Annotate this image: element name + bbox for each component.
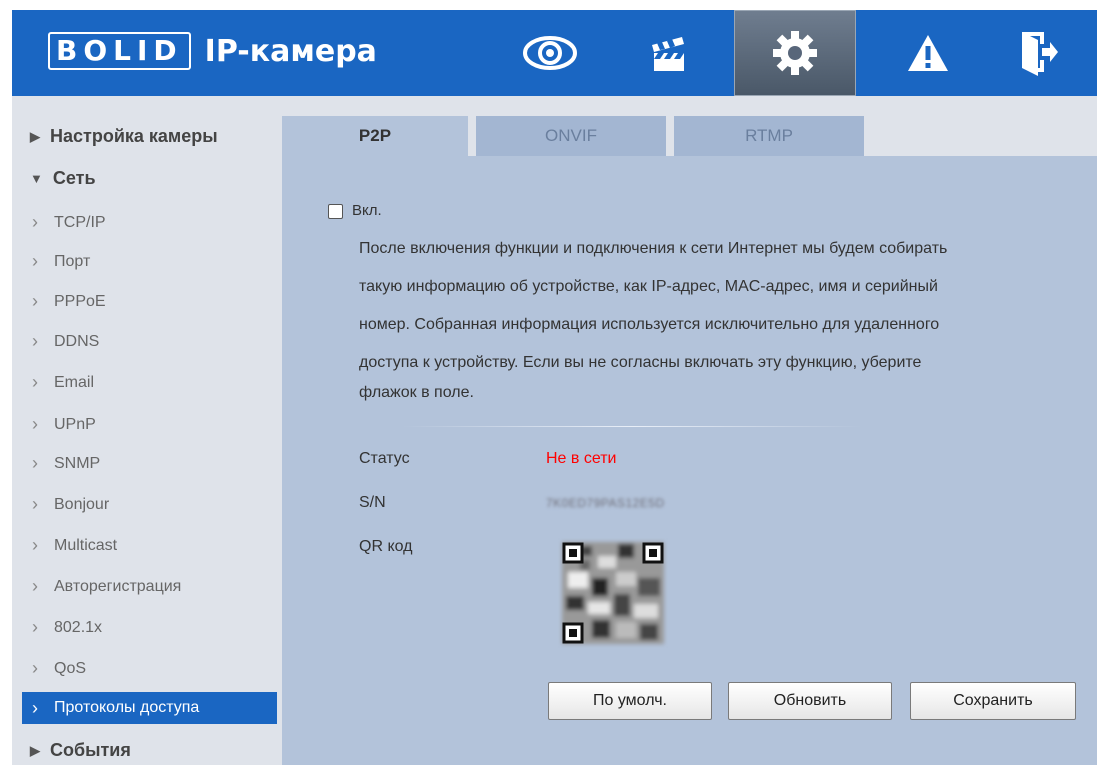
tab-onvif[interactable]: ONVIF bbox=[476, 116, 666, 156]
sidebar-item-label: TCP/IP bbox=[54, 213, 106, 231]
tab-rtmp[interactable]: RTMP bbox=[674, 116, 864, 156]
sidebar-item-label: Протоколы доступа bbox=[54, 699, 200, 716]
sidebar-item-tcpip[interactable]: › TCP/IP bbox=[32, 212, 106, 233]
sidebar-item-port[interactable]: › Порт bbox=[32, 251, 90, 272]
chevron-right-icon: › bbox=[32, 658, 38, 678]
sidebar-item-label: UPnP bbox=[54, 415, 96, 433]
sidebar-item-multicast[interactable]: › Multicast bbox=[32, 535, 117, 556]
sidebar-item-8021x[interactable]: › 802.1x bbox=[32, 617, 102, 638]
nav-alarm-button[interactable] bbox=[870, 10, 986, 96]
nav-settings-button[interactable] bbox=[734, 10, 856, 96]
exit-door-icon bbox=[1022, 32, 1058, 76]
sidebar-item-label: 802.1x bbox=[54, 618, 103, 636]
eye-icon bbox=[523, 36, 577, 70]
chevron-right-icon: › bbox=[32, 494, 38, 514]
sidebar-group-label: Настройка камеры bbox=[50, 126, 218, 146]
sidebar-item-access-protocols[interactable]: › Протоколы доступа bbox=[22, 692, 277, 724]
sn-value: 7K0ED79PAS12E5D bbox=[546, 496, 665, 510]
sidebar-item-autoregistration[interactable]: › Авторегистрация bbox=[32, 576, 181, 597]
expand-triangle-icon: ▶ bbox=[30, 128, 40, 144]
main-panel: P2P ONVIF RTMP Вкл. После включения функ… bbox=[282, 96, 1097, 765]
sidebar-item-bonjour[interactable]: › Bonjour bbox=[32, 494, 109, 515]
top-header: BOLID IP-камера bbox=[12, 10, 1097, 96]
sidebar-item-ddns[interactable]: › DDNS bbox=[32, 331, 99, 352]
sidebar-group-network[interactable]: ▼ Сеть bbox=[30, 168, 96, 189]
sidebar-group-events[interactable]: ▶ События bbox=[30, 740, 131, 761]
tabs-bar: P2P ONVIF RTMP bbox=[282, 96, 1097, 156]
notice-line-1: После включения функции и подключения к … bbox=[359, 240, 948, 257]
sidebar-item-label: SNMP bbox=[54, 454, 101, 472]
qr-code-image bbox=[558, 538, 668, 648]
sidebar-item-label: Bonjour bbox=[54, 495, 110, 513]
bolid-logo: BOLID bbox=[48, 32, 191, 70]
sidebar-item-label: DDNS bbox=[54, 332, 100, 350]
app-title: IP-камера bbox=[204, 33, 377, 69]
sidebar-item-label: PPPoE bbox=[54, 292, 106, 310]
notice-line-3: номер. Собранная информация используется… bbox=[359, 316, 940, 333]
notice-line-2: такую информацию об устройстве, как IP-а… bbox=[359, 278, 938, 295]
sidebar-item-label: Авторегистрация bbox=[54, 577, 182, 595]
sidebar-item-label: Порт bbox=[54, 252, 91, 270]
sidebar-group-label: Сеть bbox=[52, 168, 96, 188]
notice-line-4: доступа к устройству. Если вы не согласн… bbox=[359, 354, 922, 371]
sidebar: ▶ Настройка камеры ▼ Сеть › TCP/IP › Порт … bbox=[12, 96, 282, 765]
gear-icon bbox=[773, 31, 817, 75]
chevron-right-icon: › bbox=[32, 372, 38, 392]
chevron-right-icon: › bbox=[32, 697, 38, 718]
warning-icon bbox=[908, 35, 948, 71]
sidebar-item-label: QoS bbox=[54, 659, 87, 677]
sidebar-item-pppoe[interactable]: › PPPoE bbox=[32, 291, 106, 312]
sidebar-group-camera[interactable]: ▶ Настройка камеры bbox=[30, 126, 218, 147]
enable-checkbox[interactable] bbox=[328, 204, 343, 219]
sidebar-item-upnp[interactable]: › UPnP bbox=[32, 414, 96, 435]
nav-logout-button[interactable] bbox=[980, 10, 1096, 96]
chevron-right-icon: › bbox=[32, 576, 38, 596]
qr-label: QR код bbox=[359, 538, 413, 555]
status-value: Не в сети bbox=[546, 450, 617, 467]
sidebar-item-label: Multicast bbox=[54, 536, 118, 554]
save-button[interactable]: Сохранить bbox=[910, 682, 1076, 720]
chevron-right-icon: › bbox=[32, 251, 38, 271]
sn-label: S/N bbox=[359, 494, 386, 511]
chevron-right-icon: › bbox=[32, 331, 38, 351]
notice-line-5: флажок в поле. bbox=[359, 384, 474, 401]
sidebar-item-email[interactable]: › Email bbox=[32, 372, 94, 393]
status-label: Статус bbox=[359, 450, 410, 467]
chevron-right-icon: › bbox=[32, 617, 38, 637]
sidebar-group-label: События bbox=[50, 740, 131, 760]
nav-playback-button[interactable] bbox=[610, 10, 726, 96]
chevron-right-icon: › bbox=[32, 414, 38, 434]
expand-triangle-icon: ▶ bbox=[30, 742, 40, 758]
divider bbox=[402, 426, 862, 427]
sidebar-item-snmp[interactable]: › SNMP bbox=[32, 453, 100, 474]
sidebar-item-label: Email bbox=[54, 373, 95, 391]
chevron-right-icon: › bbox=[32, 291, 38, 311]
sidebar-item-qos[interactable]: › QoS bbox=[32, 658, 86, 679]
chevron-right-icon: › bbox=[32, 535, 38, 555]
nav-live-view-button[interactable] bbox=[492, 10, 608, 96]
default-button[interactable]: По умолч. bbox=[548, 682, 712, 720]
enable-checkbox-label: Вкл. bbox=[352, 202, 382, 219]
clapperboard-icon bbox=[652, 37, 684, 71]
chevron-right-icon: › bbox=[32, 453, 38, 473]
collapse-triangle-icon: ▼ bbox=[30, 171, 43, 186]
tab-p2p[interactable]: P2P bbox=[282, 116, 468, 156]
refresh-button[interactable]: Обновить bbox=[728, 682, 892, 720]
chevron-right-icon: › bbox=[32, 212, 38, 232]
brand-logo: BOLID IP-камера bbox=[48, 32, 377, 70]
